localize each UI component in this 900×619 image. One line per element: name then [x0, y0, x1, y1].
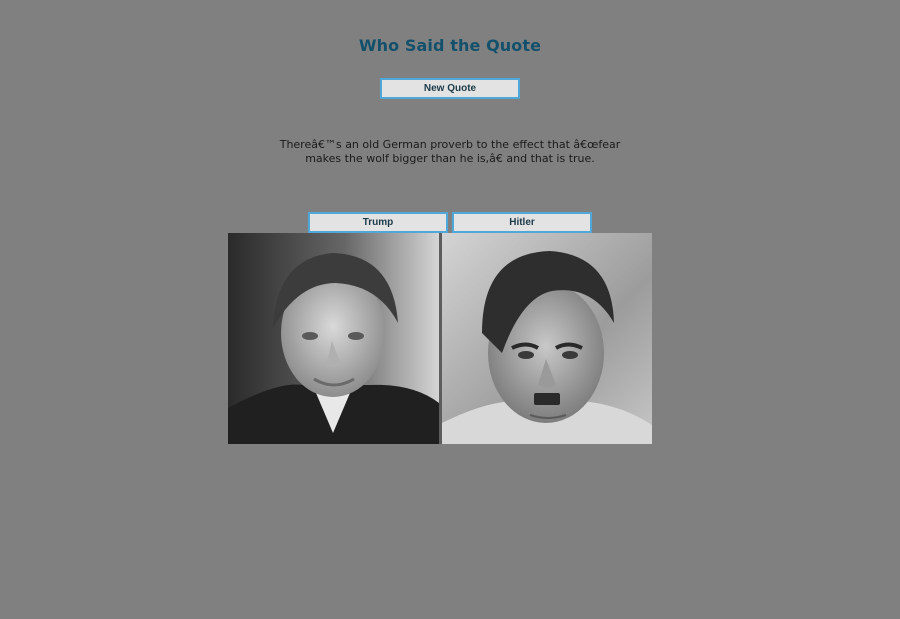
- hitler-photo[interactable]: [442, 233, 652, 444]
- choice-hitler-button[interactable]: Hitler: [452, 212, 592, 233]
- page-title: Who Said the Quote: [358, 36, 542, 55]
- trump-photo[interactable]: [228, 233, 439, 444]
- new-quote-button[interactable]: New Quote: [380, 78, 520, 99]
- trump-portrait-svg: [228, 233, 439, 444]
- quote-text: Thereâ€™s an old German proverb to the e…: [270, 138, 630, 166]
- choice-trump-button[interactable]: Trump: [308, 212, 448, 233]
- quote-line-1: Thereâ€™s an old German proverb to the e…: [279, 138, 621, 151]
- hitler-portrait-svg: [442, 233, 652, 444]
- quote-line-2: makes the wolf bigger than he is,â€ and …: [305, 152, 595, 165]
